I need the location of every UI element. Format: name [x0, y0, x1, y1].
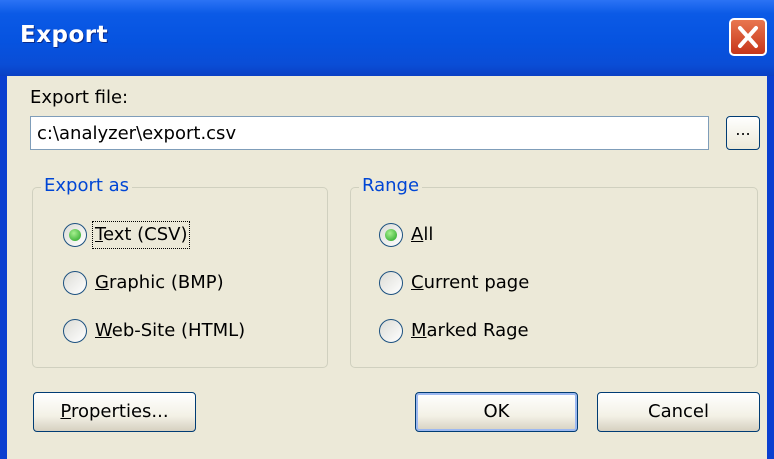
close-icon	[738, 26, 758, 48]
radio-text-csv-label: Text (CSV)	[91, 221, 191, 249]
close-button[interactable]	[729, 18, 767, 56]
range-group: Range All Current page Marked Rage	[350, 175, 758, 368]
browse-button[interactable]: ...	[726, 116, 760, 150]
export-as-group: Export as Text (CSV) Graphic (BMP) Web-S…	[32, 175, 328, 368]
radio-circle	[63, 271, 87, 295]
radio-circle	[379, 223, 403, 247]
radio-graphic-bmp-label: Graphic (BMP)	[95, 272, 224, 293]
dialog-body: Export file: ... Export as Text (CSV) Gr…	[7, 76, 767, 459]
radio-circle	[379, 271, 403, 295]
export-file-input[interactable]	[31, 117, 708, 149]
ok-button[interactable]: OK	[415, 392, 578, 432]
properties-button[interactable]: Properties...	[33, 392, 196, 432]
radio-circle	[63, 319, 87, 343]
export-dialog: Export Export file: ... Export as Text (…	[0, 0, 774, 459]
title-bar[interactable]: Export	[0, 0, 774, 76]
radio-selected-dot	[69, 229, 81, 241]
export-as-legend: Export as	[41, 175, 133, 196]
radio-selected-dot	[385, 229, 397, 241]
radio-website-html-label: Web-Site (HTML)	[95, 320, 246, 341]
cancel-button[interactable]: Cancel	[597, 392, 760, 432]
radio-circle	[379, 319, 403, 343]
radio-marked-range-label: Marked Rage	[411, 320, 529, 341]
range-legend: Range	[359, 175, 423, 196]
export-file-label: Export file:	[30, 87, 129, 108]
radio-current-page-label: Current page	[411, 272, 530, 293]
radio-circle	[63, 223, 87, 247]
radio-all-label: All	[411, 224, 434, 245]
window-title: Export	[20, 22, 109, 48]
export-file-field[interactable]	[30, 116, 709, 150]
